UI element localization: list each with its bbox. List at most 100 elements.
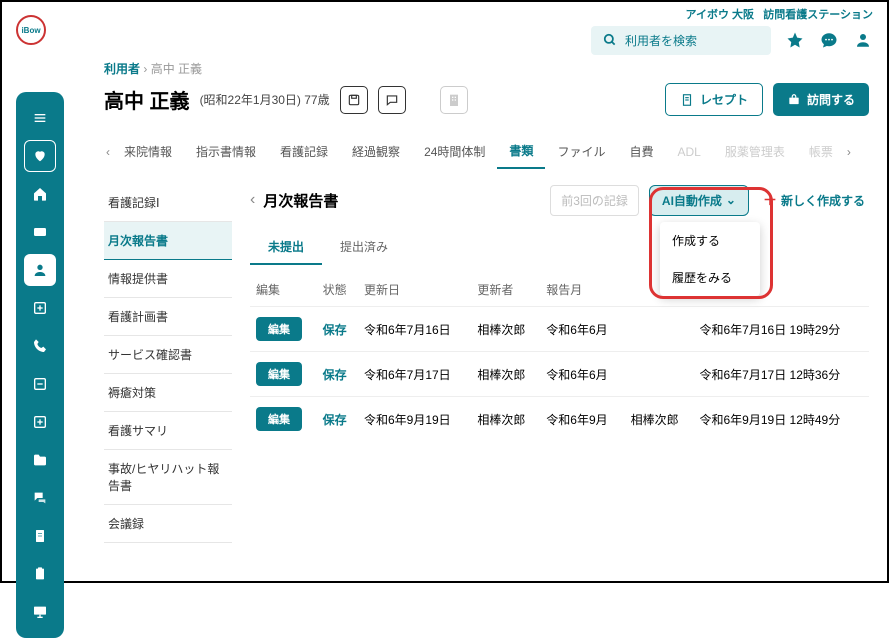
rail-minus-icon[interactable]	[24, 368, 56, 400]
dropdown-create[interactable]: 作成する	[660, 222, 760, 259]
extra-cell: 相棒次郎	[625, 397, 694, 442]
search-placeholder: 利用者を検索	[625, 32, 697, 49]
create-new-button[interactable]: ＋ 新しく作成する	[759, 184, 869, 216]
section-title: 月次報告書	[263, 190, 338, 211]
th-month: 報告月	[540, 273, 624, 307]
ai-auto-create-button[interactable]: AI自動作成 ⌄	[649, 185, 749, 216]
edit-button[interactable]: 編集	[256, 362, 302, 386]
status-cell[interactable]: 保存	[323, 368, 347, 382]
tab-chohyo[interactable]: 帳票	[797, 135, 845, 168]
rail-plus-icon[interactable]	[24, 292, 56, 324]
org-name-1: アイボウ 大阪	[686, 9, 755, 21]
receipt-button[interactable]: レセプト	[665, 83, 763, 116]
edit-button[interactable]: 編集	[256, 317, 302, 341]
sidebar-item-jokuso[interactable]: 褥瘡対策	[104, 374, 232, 412]
user-icon[interactable]	[853, 30, 873, 50]
app-logo	[16, 15, 46, 45]
building-icon	[440, 86, 468, 114]
sidebar-item-joho[interactable]: 情報提供書	[104, 260, 232, 298]
sidebar-item-summary[interactable]: 看護サマリ	[104, 412, 232, 450]
message-button[interactable]	[378, 86, 406, 114]
star-icon[interactable]	[785, 30, 805, 50]
save-id-button[interactable]	[340, 86, 368, 114]
tab-shijisho[interactable]: 指示書情報	[184, 135, 268, 168]
breadcrumb-current: 高中 正義	[151, 62, 202, 76]
tab-strip: ‹ 来院情報 指示書情報 看護記録 経過観察 24時間体制 書類 ファイル 自費…	[104, 134, 869, 170]
tab-jihi[interactable]: 自費	[617, 135, 665, 168]
table-row: 編集 保存令和6年7月17日相棒次郎令和6年6月 令和6年7月17日 12時36分	[250, 352, 869, 397]
tab-24h[interactable]: 24時間体制	[412, 135, 497, 168]
status-cell[interactable]: 保存	[323, 323, 347, 337]
sidebar-item-kango1[interactable]: 看護記録Ⅰ	[104, 184, 232, 222]
rail-doc-icon[interactable]	[24, 520, 56, 552]
rail-monitor-icon[interactable]	[24, 596, 56, 628]
tabs-left-chevron-icon[interactable]: ‹	[104, 145, 112, 159]
tab-adl[interactable]: ADL	[665, 137, 712, 167]
rail-person-icon[interactable]	[24, 254, 56, 286]
auto-cell: 令和6年7月16日 19時29分	[694, 307, 870, 352]
user-cell: 相棒次郎	[471, 307, 540, 352]
tabs-right-chevron-icon[interactable]: ›	[845, 145, 853, 159]
month-cell: 令和6年9月	[540, 397, 624, 442]
th-date: 更新日	[358, 273, 471, 307]
user-cell: 相棒次郎	[471, 397, 540, 442]
edit-button[interactable]: 編集	[256, 407, 302, 431]
auto-cell: 令和6年7月17日 12時36分	[694, 352, 870, 397]
section-back-chevron-icon[interactable]: ‹	[250, 191, 255, 209]
side-rail	[16, 92, 64, 638]
tab-shorui[interactable]: 書類	[497, 134, 545, 169]
sidebar-item-getsuji[interactable]: 月次報告書	[104, 222, 232, 260]
month-cell: 令和6年6月	[540, 352, 624, 397]
reports-table: 編集 状態 更新日 更新者 報告月 自動作成 編集保存令和6年7月16日相棒次郎…	[250, 273, 869, 441]
date-cell: 令和6年9月19日	[358, 397, 471, 442]
table-row: 編集 保存令和6年7月16日相棒次郎令和6年6月 令和6年7月16日 19時29分	[250, 307, 869, 352]
rail-home-icon[interactable]	[24, 178, 56, 210]
month-cell: 令和6年6月	[540, 307, 624, 352]
rail-menu-icon[interactable]	[24, 102, 56, 134]
document-sidebar: 看護記録Ⅰ 月次報告書 情報提供書 看護計画書 サービス確認書 褥瘡対策 看護サ…	[104, 184, 232, 543]
patient-name: 高中 正義	[104, 85, 190, 114]
extra-cell	[625, 352, 694, 397]
search-input[interactable]: 利用者を検索	[591, 26, 771, 55]
sidebar-item-kaigi[interactable]: 会議録	[104, 505, 232, 543]
sidebar-item-keikaku[interactable]: 看護計画書	[104, 298, 232, 336]
rail-card-icon[interactable]	[24, 216, 56, 248]
prev-records-button[interactable]: 前3回の記録	[550, 185, 639, 216]
subtab-mitenshutsu[interactable]: 未提出	[250, 230, 322, 265]
rail-heart-icon[interactable]	[24, 140, 56, 172]
rail-add-icon[interactable]	[24, 406, 56, 438]
subtab-teishutsuzumi[interactable]: 提出済み	[322, 230, 406, 265]
date-cell: 令和6年7月17日	[358, 352, 471, 397]
tab-file[interactable]: ファイル	[545, 135, 617, 168]
org-name-2: 訪問看護ステーション	[763, 9, 873, 21]
rail-folder-icon[interactable]	[24, 444, 56, 476]
patient-meta: (昭和22年1月30日) 77歳	[200, 91, 330, 108]
status-cell[interactable]: 保存	[323, 413, 347, 427]
sidebar-item-service[interactable]: サービス確認書	[104, 336, 232, 374]
tab-raiin[interactable]: 来院情報	[112, 135, 184, 168]
tab-keika[interactable]: 経過観察	[340, 135, 412, 168]
user-cell: 相棒次郎	[471, 352, 540, 397]
date-cell: 令和6年7月16日	[358, 307, 471, 352]
extra-cell	[625, 307, 694, 352]
breadcrumb-root[interactable]: 利用者	[104, 62, 140, 76]
th-user: 更新者	[471, 273, 540, 307]
th-status: 状態	[317, 273, 358, 307]
tab-kango[interactable]: 看護記録	[268, 135, 340, 168]
sidebar-item-hiyari[interactable]: 事故/ヒヤリハット報告書	[104, 450, 232, 505]
bag-icon	[787, 93, 801, 107]
breadcrumb: 利用者 › 高中 正義	[104, 60, 869, 77]
rail-clipboard-icon[interactable]	[24, 558, 56, 590]
th-edit: 編集	[250, 273, 317, 307]
rail-chat2-icon[interactable]	[24, 482, 56, 514]
ai-dropdown: 作成する 履歴をみる	[660, 222, 760, 296]
auto-cell: 令和6年9月19日 12時49分	[694, 397, 870, 442]
dropdown-history[interactable]: 履歴をみる	[660, 259, 760, 296]
tab-fukuyaku[interactable]: 服薬管理表	[713, 135, 797, 168]
search-icon	[603, 33, 617, 47]
chat-icon[interactable]	[819, 30, 839, 50]
chevron-down-icon: ⌄	[726, 193, 736, 207]
visit-button[interactable]: 訪問する	[773, 83, 869, 116]
table-row: 編集保存令和6年9月19日相棒次郎令和6年9月相棒次郎令和6年9月19日 12時…	[250, 397, 869, 442]
rail-phone-icon[interactable]	[24, 330, 56, 362]
